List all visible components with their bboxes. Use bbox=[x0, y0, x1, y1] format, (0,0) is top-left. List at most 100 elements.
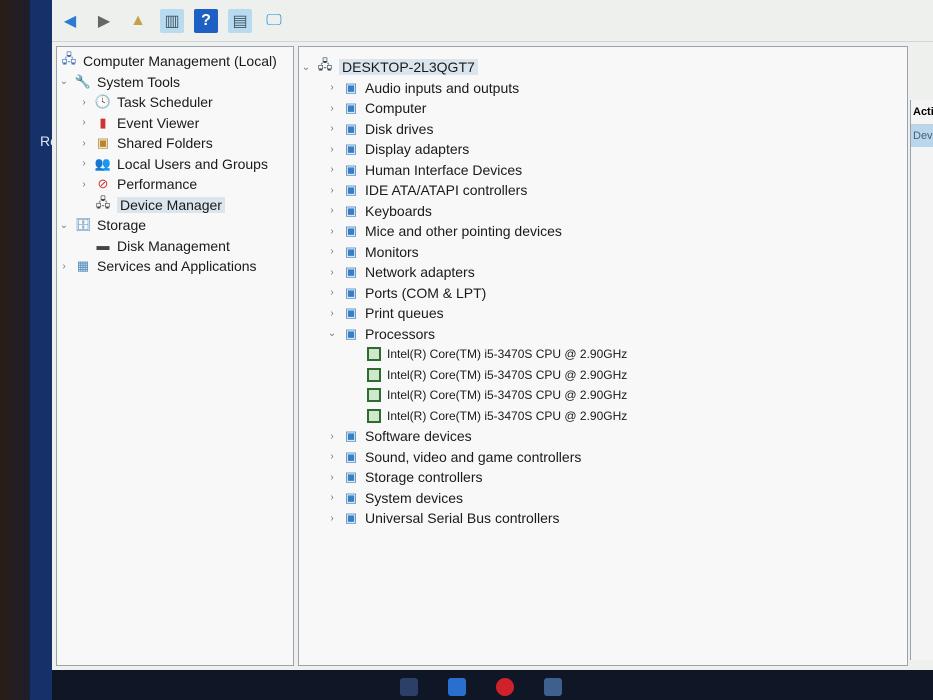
category-label: Sound, video and game controllers bbox=[365, 448, 582, 465]
chevron-right-icon[interactable]: › bbox=[325, 267, 339, 278]
chevron-right-icon[interactable]: › bbox=[77, 138, 91, 149]
chevron-right-icon[interactable]: › bbox=[77, 158, 91, 169]
chevron-right-icon[interactable]: › bbox=[77, 179, 91, 190]
device-category-icon: ▣ bbox=[344, 243, 358, 259]
chevron-down-icon[interactable]: ⌄ bbox=[299, 62, 313, 73]
chevron-right-icon[interactable]: › bbox=[325, 492, 339, 503]
taskbar-app-icon[interactable] bbox=[448, 678, 466, 696]
processor-item[interactable]: Intel(R) Core(TM) i5-3470S CPU @ 2.90GHz bbox=[299, 385, 907, 406]
device-category-icon: ▣ bbox=[344, 141, 358, 157]
chevron-down-icon[interactable]: ⌄ bbox=[57, 76, 71, 87]
device-category-icon: ▣ bbox=[344, 202, 358, 218]
chevron-right-icon[interactable]: › bbox=[325, 287, 339, 298]
device-category[interactable]: › ▣ Universal Serial Bus controllers bbox=[299, 508, 907, 529]
tree-item[interactable]: › ▣ Shared Folders bbox=[57, 133, 293, 154]
chevron-right-icon[interactable]: › bbox=[77, 117, 91, 128]
device-category[interactable]: › ▣ System devices bbox=[299, 488, 907, 509]
services-icon: ▦ bbox=[76, 258, 90, 274]
device-category[interactable]: › ▣ Sound, video and game controllers bbox=[299, 447, 907, 468]
tree-label: Event Viewer bbox=[117, 114, 200, 131]
processor-item[interactable]: Intel(R) Core(TM) i5-3470S CPU @ 2.90GHz bbox=[299, 344, 907, 365]
category-label: IDE ATA/ATAPI controllers bbox=[365, 182, 528, 199]
device-category[interactable]: › ▣ Ports (COM & LPT) bbox=[299, 283, 907, 304]
processor-item[interactable]: Intel(R) Core(TM) i5-3470S CPU @ 2.90GHz bbox=[299, 365, 907, 386]
device-category[interactable]: › ▣ Human Interface Devices bbox=[299, 160, 907, 181]
processor-icon bbox=[367, 388, 381, 403]
category-label: Monitors bbox=[365, 243, 419, 260]
performance-icon: ⊘ bbox=[97, 176, 109, 192]
taskbar-app-icon[interactable] bbox=[400, 678, 418, 696]
chevron-down-icon[interactable]: ⌄ bbox=[325, 328, 339, 339]
computer-management-taskbar-icon[interactable] bbox=[544, 678, 562, 696]
device-category[interactable]: › ▣ Audio inputs and outputs bbox=[299, 78, 907, 99]
tools-icon: 🔧 bbox=[74, 73, 92, 89]
tree-storage[interactable]: ⌄ 🗄 Storage bbox=[57, 215, 293, 236]
tree-item[interactable]: › ⊘ Performance bbox=[57, 174, 293, 195]
tree-item[interactable]: › ▮ Event Viewer bbox=[57, 113, 293, 134]
category-label: Network adapters bbox=[365, 264, 475, 281]
chevron-right-icon[interactable]: › bbox=[325, 82, 339, 93]
processor-label: Intel(R) Core(TM) i5-3470S CPU @ 2.90GHz bbox=[387, 388, 628, 403]
tree-label: Services and Applications bbox=[97, 258, 257, 275]
chevron-right-icon[interactable]: › bbox=[325, 205, 339, 216]
category-label: Audio inputs and outputs bbox=[365, 79, 520, 96]
tree-item[interactable]: 🖧 Device Manager bbox=[57, 195, 293, 216]
category-label: Print queues bbox=[365, 305, 444, 322]
chevron-right-icon[interactable]: › bbox=[325, 513, 339, 524]
device-category[interactable]: › ▣ Monitors bbox=[299, 242, 907, 263]
chevron-right-icon[interactable]: › bbox=[325, 164, 339, 175]
device-category-icon: ▣ bbox=[344, 182, 358, 198]
device-category[interactable]: › ▣ Keyboards bbox=[299, 201, 907, 222]
chevron-right-icon[interactable]: › bbox=[325, 472, 339, 483]
device-category-icon: ▣ bbox=[344, 284, 358, 300]
category-label: Software devices bbox=[365, 428, 472, 445]
tree-item[interactable]: › 🕓 Task Scheduler bbox=[57, 92, 293, 113]
monitor-icon[interactable]: 🖵 bbox=[262, 9, 286, 33]
device-category[interactable]: › ▣ Mice and other pointing devices bbox=[299, 221, 907, 242]
chevron-down-icon[interactable]: ⌄ bbox=[57, 220, 71, 231]
device-category[interactable]: › ▣ Disk drives bbox=[299, 119, 907, 140]
device-category[interactable]: › ▣ Storage controllers bbox=[299, 467, 907, 488]
category-label: Display adapters bbox=[365, 141, 470, 158]
category-label: Storage controllers bbox=[365, 469, 483, 486]
tree-root[interactable]: 🖧 Computer Management (Local) bbox=[57, 51, 293, 72]
chevron-right-icon[interactable]: › bbox=[325, 144, 339, 155]
chevron-right-icon[interactable]: › bbox=[325, 451, 339, 462]
chevron-right-icon[interactable]: › bbox=[57, 261, 71, 272]
tree-item[interactable]: › 👥 Local Users and Groups bbox=[57, 154, 293, 175]
chevron-right-icon[interactable]: › bbox=[325, 185, 339, 196]
chevron-right-icon[interactable]: › bbox=[325, 123, 339, 134]
help-icon[interactable]: ? bbox=[194, 8, 218, 33]
chevron-right-icon[interactable]: › bbox=[77, 97, 91, 108]
opera-icon[interactable] bbox=[496, 678, 514, 696]
tree-system-tools[interactable]: ⌄ 🔧 System Tools bbox=[57, 72, 293, 93]
device-category[interactable]: › ▣ IDE ATA/ATAPI controllers bbox=[299, 180, 907, 201]
show-hide-console-tree-icon[interactable]: ▥ bbox=[160, 8, 184, 33]
device-root[interactable]: ⌄ 🖧 DESKTOP-2L3QGT7 bbox=[299, 57, 907, 78]
chevron-right-icon[interactable]: › bbox=[325, 226, 339, 237]
actions-device-manager[interactable]: Devi bbox=[911, 125, 933, 147]
clock-icon: 🕓 bbox=[94, 94, 112, 110]
chevron-right-icon[interactable]: › bbox=[325, 431, 339, 442]
processor-icon bbox=[367, 367, 381, 382]
tree-disk-management[interactable]: ▬ Disk Management bbox=[57, 236, 293, 257]
tree-label: System Tools bbox=[97, 73, 180, 90]
tree-services[interactable]: › ▦ Services and Applications bbox=[57, 256, 293, 277]
processor-item[interactable]: Intel(R) Core(TM) i5-3470S CPU @ 2.90GHz bbox=[299, 406, 907, 427]
device-category[interactable]: › ▣ Software devices bbox=[299, 426, 907, 447]
up-folder-icon[interactable]: ▲ bbox=[126, 9, 150, 33]
shared-folders-icon: ▣ bbox=[96, 135, 110, 151]
processor-label: Intel(R) Core(TM) i5-3470S CPU @ 2.90GHz bbox=[387, 367, 628, 382]
chevron-right-icon[interactable]: › bbox=[325, 308, 339, 319]
device-category[interactable]: › ▣ Print queues bbox=[299, 303, 907, 324]
device-category[interactable]: › ▣ Network adapters bbox=[299, 262, 907, 283]
back-arrow-icon[interactable]: ◀ bbox=[58, 9, 82, 33]
device-category[interactable]: › ▣ Computer bbox=[299, 98, 907, 119]
show-hide-action-pane-icon[interactable]: ▤ bbox=[228, 8, 252, 33]
computer-name: DESKTOP-2L3QGT7 bbox=[339, 59, 478, 76]
chevron-right-icon[interactable]: › bbox=[325, 103, 339, 114]
chevron-right-icon[interactable]: › bbox=[325, 246, 339, 257]
forward-arrow-icon[interactable]: ▶ bbox=[92, 9, 116, 33]
device-category[interactable]: › ▣ Display adapters bbox=[299, 139, 907, 160]
device-category[interactable]: ⌄ ▣ Processors bbox=[299, 324, 907, 345]
